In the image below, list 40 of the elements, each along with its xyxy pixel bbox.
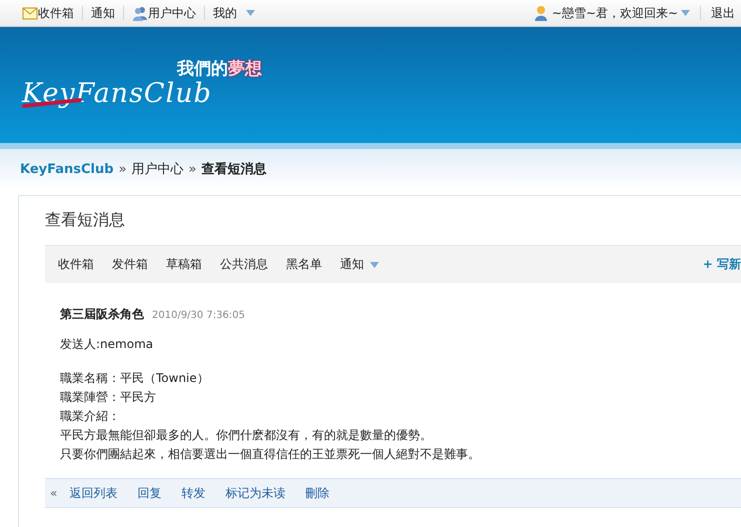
- message-line: 職業陣營：平民方: [60, 389, 157, 406]
- inbox-link[interactable]: 收件箱: [38, 4, 74, 22]
- envelope-icon: [22, 6, 38, 20]
- user-icon: [534, 5, 548, 21]
- tab[interactable]: 公共消息: [220, 256, 268, 273]
- tab[interactable]: 黑名单: [286, 256, 322, 273]
- message-line: 平民方最無能但卻最多的人。你們什麽都沒有，有的就是數量的優勢。: [60, 427, 433, 444]
- message-line: 職業名稱：平民（Townie）: [60, 370, 210, 387]
- caret-icon: [246, 10, 255, 16]
- users-icon: [132, 6, 148, 20]
- breadcrumb-link[interactable]: 用户中心: [132, 160, 184, 178]
- action-link[interactable]: 转发: [181, 484, 206, 502]
- slogan-text: 我們的夢想: [177, 58, 262, 80]
- mine-menu[interactable]: 我的: [213, 4, 255, 22]
- message-time: 2010/9/30 7:36:05: [152, 310, 246, 321]
- tab[interactable]: 草稿箱: [166, 256, 202, 273]
- breadcrumb-current: 查看短消息: [202, 161, 267, 178]
- tab[interactable]: 通知: [340, 256, 379, 273]
- compose-link[interactable]: + 写新: [702, 256, 741, 273]
- caret-icon: [681, 10, 690, 16]
- greeting-menu[interactable]: ~戀雪~君，欢迎回来~: [552, 4, 690, 22]
- message-subject: 第三屆阪杀角色: [60, 307, 144, 321]
- user-center-link[interactable]: 用户中心: [148, 4, 196, 22]
- back-icon: «: [50, 486, 58, 500]
- breadcrumb-separator: »: [118, 162, 127, 176]
- breadcrumb-separator: »: [188, 162, 197, 176]
- page-title: 查看短消息: [45, 210, 126, 231]
- action-link[interactable]: 刪除: [305, 484, 330, 502]
- notice-link[interactable]: 通知: [91, 4, 115, 22]
- message-sender: 发送人:nemoma: [60, 336, 154, 353]
- message-line: 職業介紹：: [60, 408, 121, 425]
- message-line: 只要你們團結起來，相信要選出一個直得信任的王並票死一個人絕對不是難事。: [60, 446, 481, 463]
- site-logo[interactable]: KeyFansClub: [22, 78, 262, 109]
- tab[interactable]: 收件箱: [58, 256, 94, 273]
- logout-link[interactable]: 退出: [711, 4, 735, 22]
- tab[interactable]: 发件箱: [112, 256, 148, 273]
- breadcrumb-link[interactable]: KeyFansClub: [20, 162, 114, 176]
- action-link[interactable]: 标记为未读: [225, 484, 286, 502]
- action-link[interactable]: 返回列表: [69, 484, 118, 502]
- action-link[interactable]: 回复: [137, 484, 162, 502]
